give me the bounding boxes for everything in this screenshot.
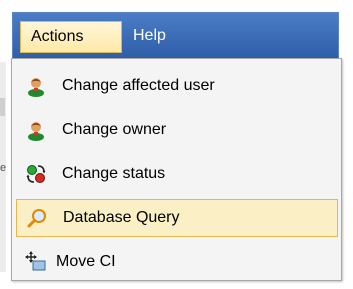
menu-actions[interactable]: Actions bbox=[20, 21, 122, 53]
background-splitter bbox=[0, 98, 5, 116]
person-icon bbox=[24, 74, 48, 98]
menubar: Actions Help bbox=[12, 12, 339, 60]
menu-item-label: Change status bbox=[62, 165, 166, 182]
menu-item-label: Move CI bbox=[56, 253, 116, 270]
menu-item-database-query[interactable]: Database Query bbox=[16, 199, 338, 237]
menu-item-change-status[interactable]: Change status bbox=[16, 155, 338, 193]
menu-item-label: Database Query bbox=[63, 209, 180, 226]
magnifier-icon bbox=[25, 206, 49, 230]
actions-dropdown: Change affected user Change owner Change bbox=[11, 58, 342, 281]
menu-item-change-owner[interactable]: Change owner bbox=[16, 111, 338, 149]
menu-item-change-affected-user[interactable]: Change affected user bbox=[16, 67, 338, 105]
move-arrows-icon bbox=[24, 250, 48, 274]
menu-help[interactable]: Help bbox=[123, 21, 176, 53]
menu-item-move-ci[interactable]: Move CI bbox=[16, 243, 338, 281]
menu-item-label: Change owner bbox=[62, 121, 167, 138]
background-text-fragment: e bbox=[0, 162, 7, 174]
menu-item-label: Change affected user bbox=[62, 77, 215, 94]
person-icon bbox=[24, 118, 48, 142]
status-cycle-icon bbox=[24, 162, 48, 186]
